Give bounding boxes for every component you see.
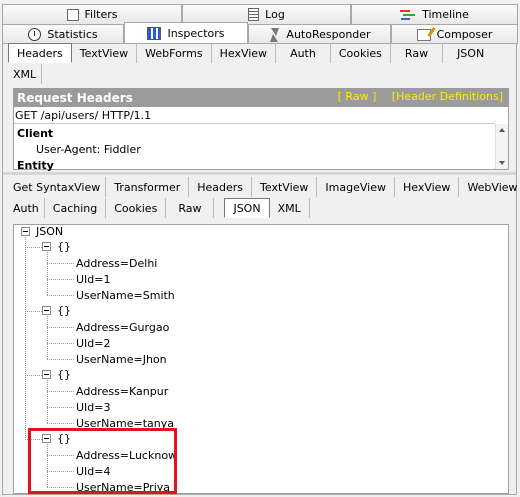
json-leaf[interactable]: UId=3 — [76, 401, 111, 414]
tree-line — [47, 380, 48, 423]
collapse-icon[interactable] — [42, 306, 51, 315]
request-tab-hexview[interactable]: HexView — [212, 43, 277, 63]
timeline-icon — [400, 8, 417, 21]
tree-line — [47, 295, 74, 296]
tree-line — [47, 316, 48, 359]
response-tabs-row1: Get SyntaxView Transformer Headers TextV… — [8, 177, 520, 197]
tree-line — [47, 263, 74, 264]
tab-label: Log — [265, 8, 285, 21]
scroll-up-icon[interactable] — [499, 128, 505, 132]
header-definitions-link[interactable]: [Header Definitions] — [392, 90, 503, 103]
request-tab-headers[interactable]: Headers — [8, 43, 72, 63]
tab-log[interactable]: Log — [182, 4, 351, 24]
json-leaf[interactable]: Address=Delhi — [76, 257, 157, 270]
tab-label: Timeline — [422, 8, 469, 21]
json-leaf[interactable]: Address=Kanpur — [76, 385, 168, 398]
tab-autoresponder[interactable]: AutoResponder — [248, 24, 391, 44]
tab-label: Composer — [436, 28, 493, 41]
json-leaf[interactable]: UserName=Jhon — [76, 353, 167, 366]
collapse-icon[interactable] — [42, 242, 51, 251]
response-tab-textview[interactable]: TextView — [252, 177, 318, 197]
autoresponder-icon — [268, 27, 280, 42]
top-tab-row-1: Filters Log Timeline — [0, 4, 520, 24]
request-tabs-row2: XML — [8, 64, 43, 84]
response-tab-webview[interactable]: WebView — [459, 177, 520, 197]
tree-line — [47, 327, 74, 328]
splitter[interactable] — [3, 172, 516, 175]
statistics-icon — [28, 28, 42, 41]
response-tab-hexview[interactable]: HexView — [395, 177, 460, 197]
response-tab-syntaxview[interactable]: Get SyntaxView — [8, 177, 107, 197]
tab-timeline[interactable]: Timeline — [351, 4, 518, 24]
request-tab-json[interactable]: JSON — [443, 43, 498, 63]
request-tab-xml[interactable]: XML — [8, 64, 43, 84]
header-links: [ Raw ] [Header Definitions] — [326, 90, 503, 103]
tree-line — [25, 237, 26, 440]
response-tabs-row2: Auth Caching Cookies Raw JSON XML — [8, 198, 310, 218]
header-group-entity: Entity — [17, 159, 54, 172]
request-tabs: Headers TextView WebForms HexView Auth C… — [8, 43, 498, 63]
response-tab-imageview[interactable]: ImageView — [317, 177, 395, 197]
tree-line — [47, 343, 74, 344]
json-leaf[interactable]: UId=1 — [76, 273, 111, 286]
json-leaf[interactable]: Address=Gurgao — [76, 321, 169, 334]
filters-icon — [66, 8, 79, 21]
composer-icon — [416, 28, 431, 41]
scroll-down-icon[interactable] — [499, 161, 505, 165]
request-tab-webforms[interactable]: WebForms — [137, 43, 212, 63]
json-leaf[interactable]: UserName=Smith — [76, 289, 175, 302]
json-object-node[interactable]: {} — [57, 240, 71, 253]
response-tab-cookies[interactable]: Cookies — [106, 198, 167, 218]
json-leaf[interactable]: UId=2 — [76, 337, 111, 350]
tab-label: Statistics — [47, 28, 98, 41]
request-tab-raw[interactable]: Raw — [391, 43, 444, 63]
request-tab-auth[interactable]: Auth — [276, 43, 331, 63]
response-tab-auth[interactable]: Auth — [8, 198, 45, 218]
header-user-agent: User-Agent: Fiddler — [36, 143, 141, 156]
tree-line — [47, 279, 74, 280]
request-tab-cookies[interactable]: Cookies — [331, 43, 391, 63]
request-tab-textview[interactable]: TextView — [72, 43, 138, 63]
json-object-node[interactable]: {} — [57, 304, 71, 317]
raw-link[interactable]: [ Raw ] — [338, 90, 377, 103]
response-tab-raw[interactable]: Raw — [166, 198, 215, 218]
tree-line — [47, 252, 48, 295]
tree-line — [25, 247, 42, 248]
tab-inspectors[interactable]: Inspectors — [124, 22, 248, 43]
tab-composer[interactable]: Composer — [391, 24, 518, 44]
request-scrollbar[interactable] — [495, 124, 508, 169]
tree-line — [47, 359, 74, 360]
inspectors-icon — [147, 26, 162, 40]
response-tab-json[interactable]: JSON — [224, 198, 270, 218]
request-line: GET /api/users/ HTTP/1.1 — [15, 109, 152, 122]
top-tab-row-2: Statistics Inspectors AutoResponder Comp… — [0, 22, 520, 44]
tab-label: AutoResponder — [286, 28, 371, 41]
tree-line — [47, 407, 74, 408]
json-root-node[interactable]: JSON — [36, 225, 63, 238]
header-group-client: Client — [17, 127, 54, 140]
request-headers-title: Request Headers — [17, 90, 133, 105]
tree-line — [47, 423, 74, 424]
tree-line — [47, 391, 74, 392]
highlight-box — [28, 428, 177, 494]
tree-line — [25, 311, 42, 312]
response-tab-headers[interactable]: Headers — [189, 177, 253, 197]
request-headers-title-bar: Request Headers [ Raw ] [Header Definiti… — [13, 88, 509, 107]
tab-statistics[interactable]: Statistics — [2, 24, 124, 44]
collapse-icon[interactable] — [42, 370, 51, 379]
divider — [14, 123, 495, 124]
tab-filters[interactable]: Filters — [2, 4, 182, 24]
tree-line — [25, 375, 42, 376]
tab-label: Inspectors — [167, 26, 225, 40]
response-tab-transformer[interactable]: Transformer — [106, 177, 190, 197]
tab-label: Filters — [84, 8, 118, 21]
log-icon — [248, 8, 260, 21]
response-tab-xml[interactable]: XML — [270, 198, 310, 218]
collapse-icon[interactable] — [21, 227, 30, 236]
json-object-node[interactable]: {} — [57, 368, 71, 381]
response-tab-caching[interactable]: Caching — [45, 198, 107, 218]
